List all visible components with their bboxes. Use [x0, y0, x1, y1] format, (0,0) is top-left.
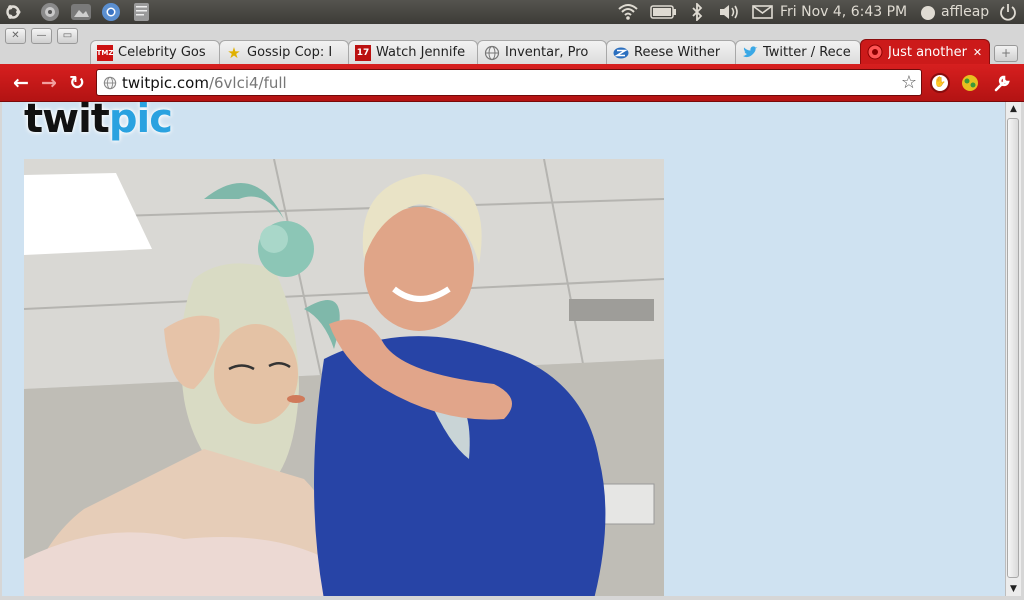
tab-label: Just another [888, 44, 967, 60]
minimize-window-button[interactable]: — [31, 28, 52, 44]
red-globe-icon [867, 44, 883, 60]
volume-icon[interactable] [718, 2, 742, 22]
user-name[interactable]: affleap [941, 2, 989, 22]
user-status-icon[interactable] [918, 2, 938, 22]
wifi-icon[interactable] [617, 2, 639, 22]
seventeen-icon: 17 [355, 44, 371, 61]
tab-twitter[interactable]: Twitter / Rece [735, 40, 861, 64]
page-globe-icon [103, 76, 117, 90]
browser-toolbar: ← → ↻ twitpic.com/6vlci4/full ☆ ✋ [0, 64, 1024, 102]
tab-inventar[interactable]: Inventar, Pro [477, 40, 607, 64]
back-arrow-icon[interactable]: ← [9, 71, 33, 95]
tab-celebrity-gossip[interactable]: TMZ Celebrity Gos [90, 40, 220, 64]
tab-label: Reese Wither [634, 45, 721, 60]
address-bar[interactable]: twitpic.com/6vlci4/full ☆ [96, 69, 922, 96]
tab-just-another-active[interactable]: Just another ✕ [860, 39, 990, 64]
bluetooth-icon[interactable] [690, 2, 704, 22]
z-icon [613, 45, 629, 61]
scroll-up-arrow-icon[interactable]: ▲ [1008, 103, 1019, 115]
close-tab-icon[interactable]: ✕ [973, 46, 982, 59]
chromium-app-icon[interactable] [100, 2, 122, 22]
close-window-button[interactable]: ✕ [5, 28, 26, 44]
messenger-app-icon[interactable] [39, 2, 61, 22]
photos-app-icon[interactable] [70, 2, 92, 22]
scroll-down-arrow-icon[interactable]: ▼ [1008, 583, 1019, 595]
page-content: twitpic [2, 102, 1005, 596]
twitter-bird-icon [742, 45, 758, 61]
tab-label: Watch Jennife [376, 45, 466, 60]
new-tab-button[interactable]: + [994, 45, 1018, 62]
wrench-icon[interactable] [991, 73, 1013, 93]
tab-reese-witherspoon[interactable]: Reese Wither [606, 40, 736, 64]
adblock-hand-icon[interactable]: ✋ [930, 73, 950, 93]
clock[interactable]: Fri Nov 4, 6:43 PM [780, 2, 907, 22]
tab-label: Celebrity Gos [118, 45, 206, 60]
tmz-icon: TMZ [97, 44, 113, 61]
tab-label: Gossip Cop: I [247, 45, 333, 60]
url-host: twitpic.com [122, 73, 209, 92]
power-icon[interactable] [999, 2, 1017, 22]
battery-icon[interactable] [650, 2, 678, 22]
star-icon: ★ [227, 43, 241, 62]
extension-puzzle-icon[interactable] [960, 73, 980, 93]
logo-twit: twit [24, 102, 110, 142]
logo-pic: pic [108, 102, 173, 142]
full-size-photo[interactable] [24, 159, 664, 596]
url-path: /6vlci4/full [208, 73, 287, 92]
top-panel: Fri Nov 4, 6:43 PM affleap [0, 0, 1024, 24]
tab-watch-jennifer[interactable]: 17 Watch Jennife [348, 40, 478, 64]
forward-arrow-icon[interactable]: → [37, 71, 61, 95]
twitpic-logo[interactable]: twitpic [24, 102, 173, 142]
ubuntu-logo-icon[interactable] [3, 2, 23, 22]
tab-label: Twitter / Rece [763, 45, 851, 60]
tab-label: Inventar, Pro [505, 45, 589, 60]
globe-icon [484, 45, 500, 61]
bookmark-star-icon[interactable]: ☆ [901, 72, 917, 93]
vertical-scrollbar[interactable]: ▲ ▼ [1005, 102, 1021, 596]
mail-envelope-icon[interactable] [752, 2, 774, 22]
scrollbar-thumb[interactable] [1007, 118, 1019, 578]
reload-icon[interactable]: ↻ [65, 71, 89, 95]
text-editor-app-icon[interactable] [131, 2, 153, 22]
maximize-window-button[interactable]: ▭ [57, 28, 78, 44]
tab-gossip-cop[interactable]: ★ Gossip Cop: I [219, 40, 349, 64]
